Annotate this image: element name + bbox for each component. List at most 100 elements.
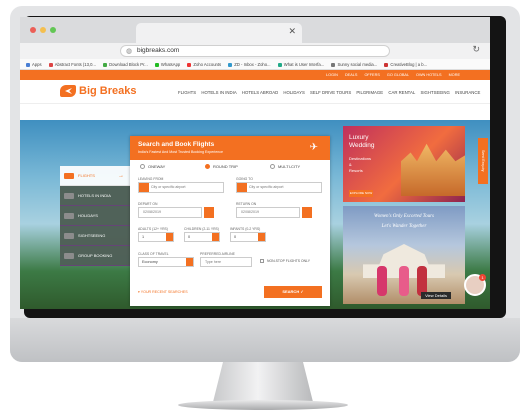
- top-link[interactable]: MORE: [449, 73, 460, 77]
- nav-item[interactable]: HOLIDAYS: [283, 90, 304, 95]
- person-image: [399, 266, 409, 296]
- browser-titlebar: ✕: [20, 17, 490, 43]
- adults-label: ADULTS (12+ YRS): [138, 227, 168, 231]
- chat-avatar[interactable]: 1: [464, 274, 486, 296]
- close-dot-icon[interactable]: [30, 27, 36, 33]
- address-text: bigbreaks.com: [137, 47, 180, 54]
- nav-item[interactable]: FLIGHTS: [178, 90, 196, 95]
- plane-icon: [64, 173, 74, 179]
- bookmark[interactable]: What is User Interfa...: [277, 62, 324, 67]
- monitor-stand: [213, 362, 313, 402]
- top-link[interactable]: OFFERS: [364, 73, 379, 77]
- banner-title: Luxury: [349, 134, 369, 141]
- logo-plane-icon: [60, 85, 76, 97]
- return-label: RETURN ON: [236, 202, 257, 206]
- calendar-icon[interactable]: [302, 207, 312, 218]
- maximize-dot-icon[interactable]: [50, 27, 56, 33]
- banner-subtitle: &: [349, 162, 352, 167]
- chevron-down-icon: [212, 233, 219, 241]
- leaving-from-label: LEAVING FROM: [138, 177, 164, 181]
- womens-tour-banner[interactable]: Women's Only Escorted Tours Let's Wander…: [343, 206, 465, 304]
- airline-label: PREFERRED AIRLINE: [200, 252, 235, 256]
- flight-search-form: Search and Book Flights India's Fastest …: [130, 136, 330, 306]
- form-subtitle: India's Fastest And Most Trusted Booking…: [138, 150, 223, 154]
- palm-icon: [64, 213, 74, 219]
- bookmark[interactable]: ZD - Inbox - Zoho...: [228, 62, 271, 67]
- calendar-icon[interactable]: [204, 207, 214, 218]
- send-enquiry-tab[interactable]: Send Enquiry: [478, 138, 488, 184]
- minimize-dot-icon[interactable]: [40, 27, 46, 33]
- logo-text: Big Breaks: [79, 85, 137, 97]
- bookmark[interactable]: Sunny social media...: [331, 62, 377, 67]
- recent-searches-link[interactable]: ▾ YOUR RECENT SEARCHES: [138, 290, 188, 294]
- nav-item[interactable]: SIGHTSEEING: [420, 90, 449, 95]
- tab-sightseeing[interactable]: SIGHTSEEING: [60, 226, 130, 246]
- monitor-base: [178, 400, 348, 410]
- top-link[interactable]: LOGIN: [326, 73, 338, 77]
- search-category-tabs: FLIGHTS → HOTELS IN INDIA HOLIDAYS SIGHTS…: [60, 166, 130, 266]
- nonstop-checkbox[interactable]: NON-STOP FLIGHTS ONLY: [260, 259, 310, 263]
- chat-badge: 1: [479, 274, 486, 281]
- tab-group-booking[interactable]: GROUP BOOKING: [60, 246, 130, 266]
- palace-image: [401, 143, 465, 196]
- banner-title: Women's Only Escorted Tours: [373, 214, 434, 219]
- main-nav: FLIGHTS HOTELS IN INDIA HOTELS ABROAD HO…: [178, 90, 484, 95]
- reload-icon[interactable]: ↻: [472, 44, 480, 55]
- adults-select[interactable]: 1: [138, 232, 174, 242]
- bookmark[interactable]: Zoho Accounts: [187, 62, 221, 67]
- search-button[interactable]: SEARCH ✓: [264, 286, 322, 298]
- site-header: Big Breaks FLIGHTS HOTELS IN INDIA HOTEL…: [20, 80, 490, 104]
- class-select[interactable]: Economy: [138, 257, 194, 267]
- top-link[interactable]: OWN HOTELS: [416, 73, 442, 77]
- nav-item[interactable]: INSURANCE: [455, 90, 480, 95]
- going-to-input[interactable]: City or specific airport: [236, 182, 322, 193]
- nav-item[interactable]: CAR RENTAL: [388, 90, 415, 95]
- site-top-strip: LOGIN DEALS OFFERS GO GLOBAL OWN HOTELS …: [20, 70, 490, 80]
- chevron-down-icon: [258, 233, 265, 241]
- tab-flights[interactable]: FLIGHTS →: [60, 166, 130, 186]
- banner-subtitle: Let's Wander Together: [381, 224, 427, 229]
- nav-item[interactable]: PILGRIMAGE: [356, 90, 383, 95]
- view-details-button[interactable]: View Details: [421, 292, 451, 299]
- banner-subtitle: Resorts: [349, 168, 363, 173]
- globe-icon: ◍: [126, 48, 133, 55]
- nav-item[interactable]: SELF DRIVE TOURS: [310, 90, 351, 95]
- browser-tab[interactable]: ✕: [136, 23, 302, 43]
- stage: ✕ ◍ bigbreaks.com ↻ Apps Abstract Fonts …: [0, 0, 526, 420]
- tab-hotels-in-india[interactable]: HOTELS IN INDIA: [60, 186, 130, 206]
- return-date-input[interactable]: 02/08/2019: [236, 207, 300, 218]
- children-label: CHILDREN (2-11 YRS): [184, 227, 219, 231]
- form-header: Search and Book Flights India's Fastest …: [130, 136, 330, 160]
- leaving-from-input[interactable]: City or specific airport: [138, 182, 224, 193]
- infants-label: INFANTS (0-2 YRS): [230, 227, 261, 231]
- address-bar[interactable]: ◍ bigbreaks.com: [120, 45, 390, 57]
- nav-item[interactable]: HOTELS IN INDIA: [201, 90, 236, 95]
- radio-round-trip[interactable]: ROUND TRIP: [205, 164, 238, 169]
- infants-select[interactable]: 0: [230, 232, 266, 242]
- explore-now-button[interactable]: EXPLORE NOW: [349, 190, 373, 197]
- bookmark[interactable]: Apps: [26, 62, 42, 67]
- landing-icon: [237, 183, 247, 192]
- top-link[interactable]: DEALS: [345, 73, 357, 77]
- radio-oneway[interactable]: ONEWAY: [140, 164, 165, 169]
- tab-holidays[interactable]: HOLIDAYS: [60, 206, 130, 226]
- chevron-down-icon: [166, 233, 173, 241]
- radio-multi-city[interactable]: MULTI-CITY: [270, 164, 300, 169]
- address-row: ◍ bigbreaks.com ↻: [20, 43, 490, 59]
- top-link[interactable]: GO GLOBAL: [387, 73, 409, 77]
- depart-date-input[interactable]: 02/08/2019: [138, 207, 202, 218]
- close-tab-icon[interactable]: ✕: [288, 26, 296, 37]
- bookmark[interactable]: CreativeBlog | a b...: [384, 62, 427, 67]
- banner-title: Wedding: [349, 142, 375, 149]
- nav-item[interactable]: HOTELS ABROAD: [242, 90, 278, 95]
- bookmark[interactable]: Abstract Fonts (13,0...: [48, 62, 96, 67]
- bookmark[interactable]: WhatsApp: [154, 62, 180, 67]
- luxury-wedding-banner[interactable]: Luxury Wedding Destinations & Resorts EX…: [343, 126, 465, 202]
- airline-input[interactable]: Type here: [200, 257, 252, 267]
- going-to-label: GOING TO: [236, 177, 253, 181]
- arrow-right-icon: →: [118, 173, 124, 179]
- plane-icon: ✈: [309, 142, 318, 153]
- site-logo[interactable]: Big Breaks: [60, 85, 136, 97]
- bookmark[interactable]: Download Block Pr...: [103, 62, 148, 67]
- children-select[interactable]: 0: [184, 232, 220, 242]
